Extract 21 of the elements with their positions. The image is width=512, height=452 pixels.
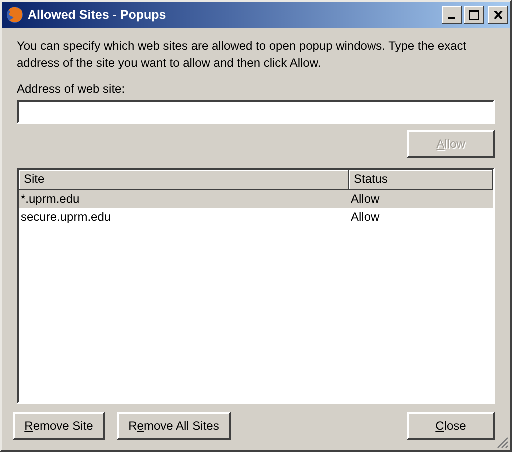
site-cell-text: *.uprm.edu <box>20 192 81 206</box>
close-button[interactable] <box>488 6 508 24</box>
status-cell-text: Allow <box>350 192 381 206</box>
description-text: You can specify which web sites are allowed to open popup windows. Type the exact address of the site you want to allow and then click Allow. <box>17 38 468 72</box>
address-label: Address of web site: <box>17 82 126 96</box>
column-header[interactable]: Status <box>349 170 493 190</box>
minimize-button[interactable] <box>442 6 462 24</box>
close-icon <box>494 11 502 19</box>
remove-button[interactable]: Remove All Sites <box>117 412 231 440</box>
close-dialog-button[interactable]: Close <box>407 412 495 440</box>
site-cell-text: secure.uprm.edu <box>20 210 112 224</box>
maximize-icon <box>469 10 479 20</box>
resize-grip-icon <box>497 437 509 449</box>
globe-icon <box>6 6 24 24</box>
column-header[interactable]: Site <box>19 170 349 190</box>
status-cell-text: Allow <box>350 210 381 224</box>
address-input[interactable] <box>17 100 495 124</box>
maximize-button[interactable] <box>464 6 484 24</box>
remove-button[interactable]: Remove Site <box>13 412 105 440</box>
window-title: Allowed Sites - Popups <box>28 8 168 22</box>
table-row[interactable]: *.uprm.edu Allow <box>19 190 493 208</box>
